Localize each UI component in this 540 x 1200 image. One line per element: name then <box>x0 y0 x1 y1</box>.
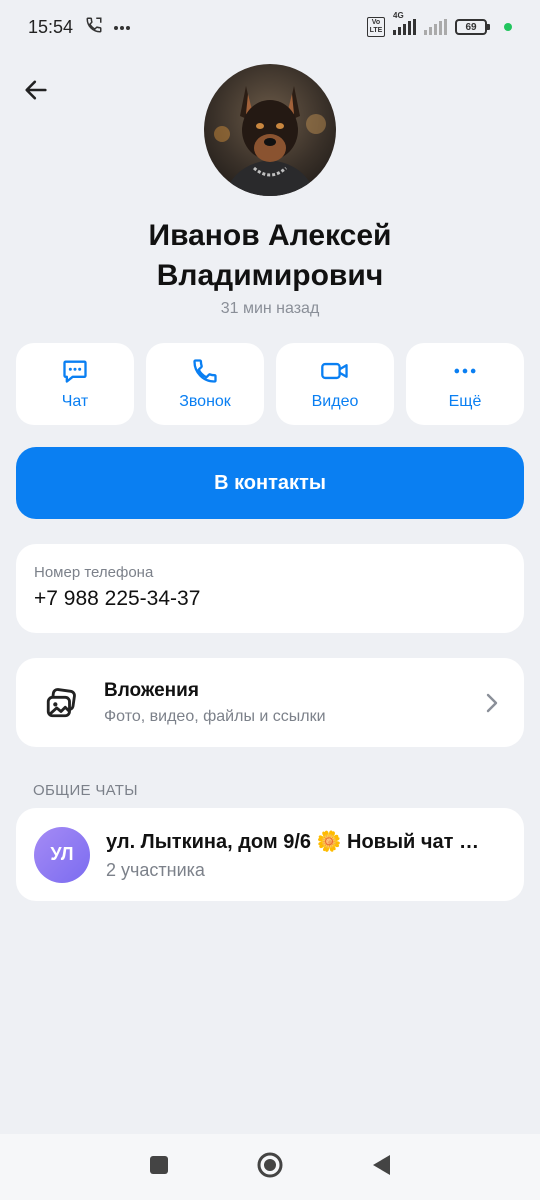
call-button-label: Звонок <box>179 393 231 410</box>
more-button-label: Ещё <box>448 393 482 410</box>
chat-avatar: УЛ <box>34 826 90 883</box>
contact-name: Иванов Алексей Владимирович <box>148 219 392 292</box>
more-icon <box>454 368 476 374</box>
system-nav-bar <box>0 1134 540 1200</box>
chat-button-label: Чат <box>61 393 89 410</box>
triangle-back-icon <box>373 1154 390 1175</box>
phone-call-icon <box>85 16 103 39</box>
battery-icon: 69 <box>455 19 490 35</box>
signal-sim2-icon <box>424 19 447 35</box>
call-button[interactable]: Звонок <box>146 343 264 425</box>
battery-level: 69 <box>455 19 487 35</box>
more-dots-icon <box>113 18 131 36</box>
phone-number: +7 988 225-34-37 <box>34 587 201 610</box>
back-button[interactable] <box>18 72 54 108</box>
chat-members-count: 2 участника <box>106 859 205 880</box>
video-icon <box>321 362 348 380</box>
list-item[interactable]: УЛ ул. Лыткина, дом 9/6 🌼 Новый чат … 2 … <box>16 808 524 901</box>
circle-icon <box>257 1152 283 1177</box>
last-seen: 31 мин назад <box>220 300 320 317</box>
chat-icon <box>63 360 87 383</box>
recents-button[interactable] <box>148 1154 170 1181</box>
chat-button[interactable]: Чат <box>16 343 134 425</box>
status-bar: 15:54 Vo LTE 4G 69 <box>0 0 540 54</box>
status-time: 15:54 <box>28 16 74 37</box>
signal-4g-icon: 4G <box>393 11 416 35</box>
nav-back-button[interactable] <box>370 1153 392 1182</box>
chat-title: ул. Лыткина, дом 9/6 🌼 Новый чат … <box>106 830 479 853</box>
action-buttons: Чат Звонок Видео Ещё <box>16 343 524 425</box>
video-button-label: Видео <box>311 393 359 410</box>
common-chats-header: ОБЩИЕ ЧАТЫ <box>33 782 138 799</box>
home-button[interactable] <box>256 1151 284 1184</box>
arrow-left-icon <box>25 80 47 100</box>
attachments-title: Вложения <box>104 679 199 701</box>
phone-icon <box>193 359 217 383</box>
privacy-indicator-icon <box>504 23 512 31</box>
square-icon <box>150 1155 168 1174</box>
profile-avatar[interactable] <box>204 64 336 196</box>
video-button[interactable]: Видео <box>276 343 394 425</box>
volte-icon: Vo LTE <box>367 17 385 37</box>
attachments-subtitle: Фото, видео, файлы и ссылки <box>104 707 326 725</box>
attachments-card[interactable]: Вложения Фото, видео, файлы и ссылки <box>16 658 524 747</box>
phone-card[interactable]: Номер телефона +7 988 225-34-37 <box>16 544 524 633</box>
add-to-contacts-button[interactable]: В контакты <box>16 447 524 519</box>
chevron-right-icon <box>486 693 498 712</box>
phone-label: Номер телефона <box>34 564 154 581</box>
more-button[interactable]: Ещё <box>406 343 524 425</box>
gallery-icon <box>46 687 76 717</box>
